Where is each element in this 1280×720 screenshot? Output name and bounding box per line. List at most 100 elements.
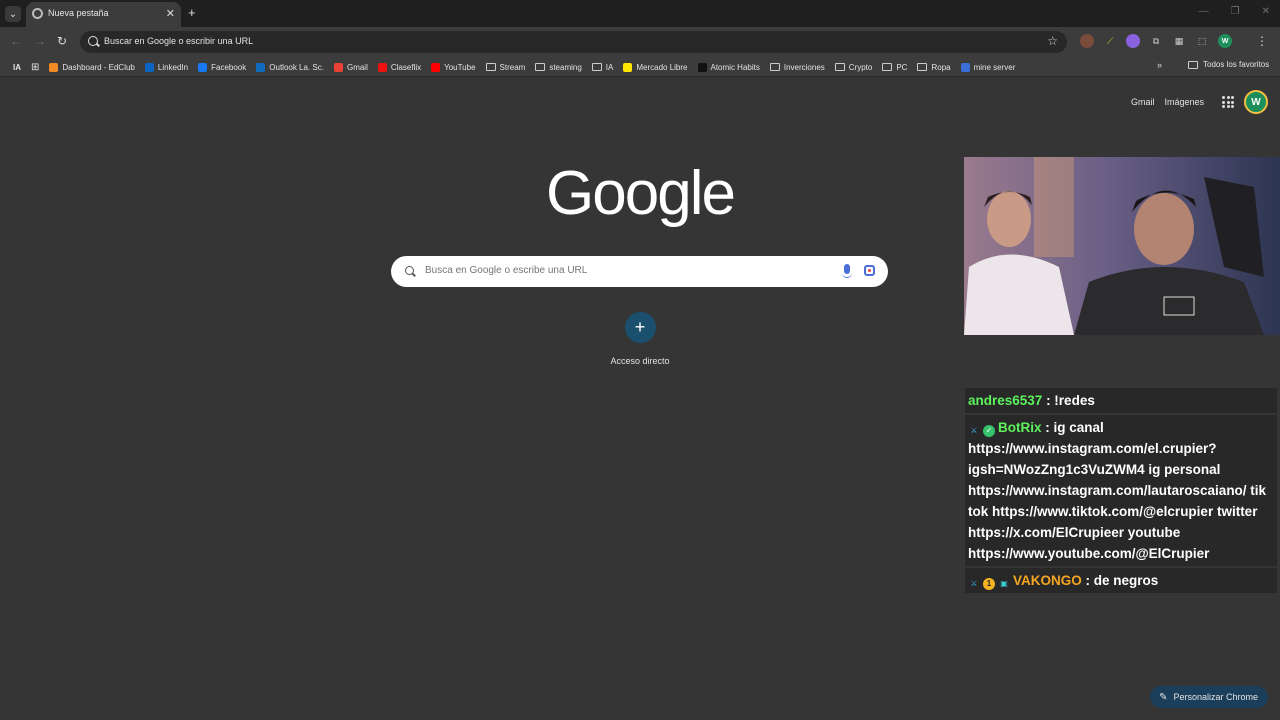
bookmark-item[interactable]: IA: [8, 60, 26, 74]
verified-badge-icon: ✓: [983, 425, 995, 437]
extension-icon[interactable]: [1126, 34, 1140, 48]
close-icon[interactable]: ✕: [166, 7, 175, 20]
images-link[interactable]: Imágenes: [1164, 97, 1204, 107]
bookmark-item[interactable]: YouTube: [426, 60, 480, 74]
google-lens-icon[interactable]: [864, 265, 875, 276]
bookmark-item[interactable]: Crypto: [830, 60, 878, 74]
more-bookmarks-chevron-icon[interactable]: »: [1157, 60, 1162, 70]
webcam-image: [964, 157, 1280, 335]
close-window-button[interactable]: ✕: [1262, 6, 1270, 17]
bookmark-item[interactable]: ⊞: [26, 60, 44, 74]
pencil-icon: ✎: [1159, 691, 1168, 703]
site-favicon-icon: [144, 62, 154, 72]
bookmark-item[interactable]: Stream: [481, 60, 531, 74]
tab-search-button[interactable]: ⌄: [5, 6, 21, 22]
address-bar[interactable]: Buscar en Google o escribir una URL ☆: [80, 31, 1067, 53]
chat-overlay: andres6537 : !redes ⚔ ✓ BotRix : ig canal h…: [965, 388, 1277, 595]
site-favicon-icon: [333, 62, 343, 72]
bookmark-item[interactable]: steaming: [530, 60, 586, 74]
chat-message: ⚔ 1 ▣ VAKONGO : de negros: [965, 568, 1277, 593]
minimize-button[interactable]: —: [1199, 6, 1209, 17]
webcam-overlay: [964, 157, 1280, 335]
maximize-button[interactable]: ❐: [1231, 6, 1240, 17]
chat-username: BotRix: [998, 420, 1042, 435]
bookmark-item[interactable]: Outlook La. Sc.: [251, 60, 329, 74]
bookmark-item[interactable]: Facebook: [193, 60, 251, 74]
bookmark-item[interactable]: Claseflix: [373, 60, 426, 74]
account-avatar[interactable]: W: [1244, 90, 1268, 114]
bookmark-label: Mercado Libre: [636, 62, 688, 72]
gmail-link[interactable]: Gmail: [1131, 97, 1155, 107]
bookmark-star-icon[interactable]: ☆: [1047, 34, 1058, 48]
bookmark-label: mine server: [973, 62, 1016, 72]
apps-icon: ⊞: [31, 61, 40, 73]
bookmark-label: Inverciones: [783, 62, 825, 72]
bookmark-item[interactable]: Mercado Libre: [618, 60, 692, 74]
tab-new-tab[interactable]: Nueva pestaña ✕: [26, 2, 181, 27]
bookmarks-list: IA ⊞ Dashboard - EdClub LinkedIn Facebook Out…: [8, 60, 1020, 74]
chat-text: : !redes: [1042, 393, 1095, 408]
bookmark-label: LinkedIn: [157, 62, 189, 72]
bookmark-label: IA: [13, 62, 21, 72]
back-button[interactable]: ←: [10, 34, 22, 48]
extensions-puzzle-icon[interactable]: ⬚: [1195, 34, 1209, 48]
bookmark-item[interactable]: Atomic Habits: [693, 60, 765, 74]
coin-badge-icon: 1: [983, 578, 995, 590]
bookmark-item[interactable]: LinkedIn: [140, 60, 193, 74]
bookmark-item[interactable]: PC: [877, 60, 912, 74]
customize-chrome-button[interactable]: ✎ Personalizar Chrome: [1150, 686, 1268, 708]
chat-username: VAKONGO: [1013, 573, 1082, 588]
chrome-icon: [32, 8, 43, 19]
bookmark-label: Crypto: [848, 62, 873, 72]
tab-title: Nueva pestaña: [48, 8, 109, 18]
subscriber-badge-icon: ▣: [1000, 579, 1008, 588]
forward-button[interactable]: →: [34, 34, 46, 48]
folder-icon: [591, 63, 602, 71]
bookmark-item[interactable]: Dashboard - EdClub: [44, 60, 139, 74]
new-tab-button[interactable]: +: [188, 5, 196, 20]
chat-message: ⚔ ✓ BotRix : ig canal https://www.instagra…: [965, 415, 1277, 566]
site-favicon-icon: [960, 62, 970, 72]
search-input[interactable]: [425, 265, 825, 276]
bookmarks-bar: IA ⊞ Dashboard - EdClub LinkedIn Facebook Out…: [0, 57, 1280, 77]
bookmark-item[interactable]: IA: [587, 60, 619, 74]
folder-icon: [769, 63, 780, 71]
bookmark-label: Claseflix: [390, 62, 422, 72]
bookmark-item[interactable]: Gmail: [329, 60, 373, 74]
search-box[interactable]: [391, 256, 888, 287]
bookmark-label: steaming: [549, 62, 582, 72]
bookmark-label: Stream: [499, 62, 526, 72]
tab-strip: ⌄ Nueva pestaña ✕ + — ❐ ✕: [0, 0, 1280, 27]
site-favicon-icon: [623, 62, 633, 72]
folder-icon: [917, 63, 928, 71]
menu-kebab-icon[interactable]: ⋮: [1256, 34, 1268, 48]
folder-icon: [882, 63, 893, 71]
extension-leaf-icon[interactable]: ⟋: [1103, 34, 1117, 48]
plus-icon[interactable]: +: [624, 312, 656, 343]
google-logo: Google: [546, 159, 736, 228]
bookmark-label: Ropa: [931, 62, 951, 72]
add-shortcut[interactable]: + Acceso directo: [600, 312, 680, 366]
site-favicon-icon: [431, 62, 441, 72]
chat-username: andres6537: [968, 393, 1043, 408]
toolbar: ← → ↻ Buscar en Google o escribir una UR…: [0, 27, 1280, 57]
address-bar-text: Buscar en Google o escribir una URL: [104, 36, 254, 46]
bookmark-label: IA: [605, 62, 614, 72]
reload-button[interactable]: ↻: [57, 34, 67, 48]
bookmark-item[interactable]: mine server: [956, 60, 1021, 74]
all-bookmarks-folder[interactable]: Todos los favoritos: [1188, 60, 1269, 69]
microphone-icon[interactable]: [842, 264, 852, 278]
moderator-sword-icon: ⚔: [970, 426, 978, 435]
bookmark-label: Atomic Habits: [710, 62, 760, 72]
bookmark-item[interactable]: Inverciones: [765, 60, 830, 74]
bookmark-item[interactable]: Ropa: [912, 60, 955, 74]
google-apps-icon[interactable]: [1222, 96, 1234, 108]
bookmark-label: Gmail: [346, 62, 368, 72]
bookmark-label: Outlook La. Sc.: [269, 62, 324, 72]
extensions-row: ⟋ ⧉ ▦ ⬚ W: [1080, 34, 1232, 48]
extension-icon[interactable]: ⧉: [1149, 34, 1163, 48]
profile-avatar[interactable]: W: [1218, 34, 1232, 48]
extension-icon[interactable]: ▦: [1172, 34, 1186, 48]
search-icon: [405, 266, 414, 275]
extension-icon[interactable]: [1080, 34, 1094, 48]
